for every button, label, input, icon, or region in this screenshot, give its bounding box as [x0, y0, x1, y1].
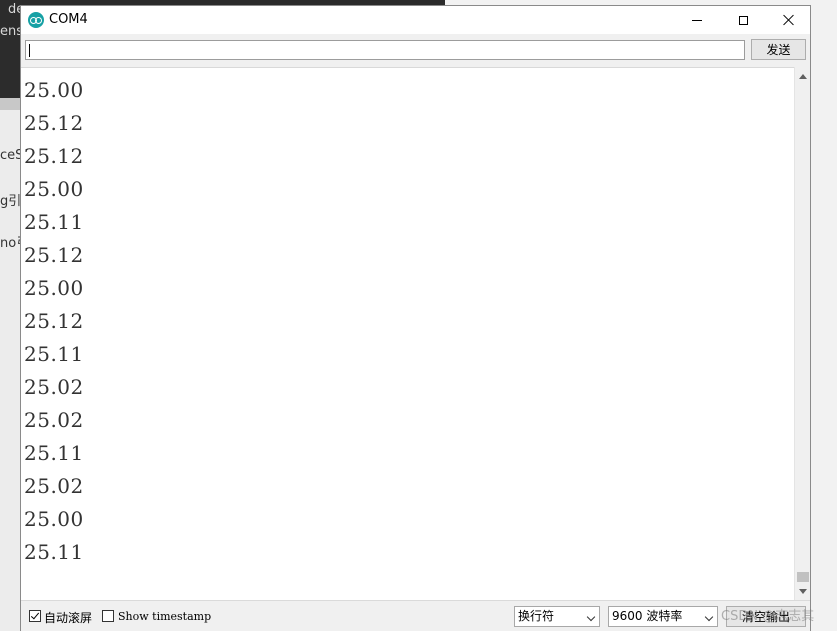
clear-output-button[interactable]: 清空输出 [726, 606, 806, 627]
output-line: 25.12 [24, 243, 84, 267]
line-ending-select[interactable]: 换行符 [514, 606, 600, 627]
maximize-button[interactable] [720, 6, 766, 34]
background-app-dark-panel: de ense [0, 0, 24, 98]
output-line: 25.12 [24, 144, 84, 168]
bottom-bar: 自动滚屏 Show timestamp 换行符 9600 波特率 清空输出 [21, 600, 810, 631]
close-icon [783, 14, 795, 26]
text-caret [29, 44, 30, 57]
send-bar: 发送 [21, 34, 810, 67]
baud-rate-value: 9600 波特率 [612, 609, 683, 623]
serial-send-input[interactable] [25, 40, 745, 60]
output-line: 25.02 [24, 408, 84, 432]
output-line: 25.11 [24, 441, 84, 465]
line-ending-value: 换行符 [518, 609, 555, 623]
baud-rate-select[interactable]: 9600 波特率 [608, 606, 718, 627]
close-button[interactable] [766, 6, 812, 34]
window-title: COM4 [49, 12, 88, 27]
autoscroll-label[interactable]: 自动滚屏 [44, 609, 92, 626]
timestamp-label[interactable]: Show timestamp [118, 610, 211, 623]
output-line: 25.11 [24, 342, 84, 366]
title-bar[interactable]: COM4 [21, 6, 810, 34]
output-line: 25.00 [24, 507, 84, 531]
output-line: 25.12 [24, 309, 84, 333]
arduino-icon [28, 12, 44, 28]
output-line: 25.11 [24, 540, 84, 564]
output-line: 25.00 [24, 78, 84, 102]
maximize-icon [738, 15, 748, 25]
background-text: no弓 [0, 236, 20, 251]
timestamp-checkbox[interactable] [102, 610, 114, 622]
serial-monitor-window: COM4 发送 25.00 25.12 25.12 25.00 25.11 25.12 25… [20, 5, 811, 631]
output-line: 25.11 [24, 210, 84, 234]
scroll-down-button[interactable] [795, 584, 811, 598]
output-line: 25.02 [24, 474, 84, 498]
background-text: ceS [0, 148, 20, 163]
output-line: 25.00 [24, 276, 84, 300]
background-text: g引| [0, 194, 20, 209]
output-line: 25.02 [24, 375, 84, 399]
autoscroll-checkbox[interactable] [29, 610, 41, 622]
minimize-icon [692, 19, 702, 21]
chevron-down-icon [586, 612, 596, 622]
output-line: 25.00 [24, 177, 84, 201]
send-button[interactable]: 发送 [751, 39, 806, 60]
background-text: ense [0, 24, 20, 39]
scroll-up-button[interactable] [795, 69, 811, 83]
arrow-down-icon [799, 588, 807, 594]
background-app-panel: de ense ceS g引| no弓 [0, 0, 24, 631]
scrollbar-thumb[interactable] [797, 572, 809, 582]
output-lines: 25.00 25.12 25.12 25.00 25.11 25.12 25.00 25.12… [21, 68, 794, 569]
arrow-up-icon [799, 73, 807, 79]
chevron-down-icon [704, 612, 714, 622]
output-line: 25.12 [24, 111, 84, 135]
background-divider [0, 98, 22, 110]
serial-output-area[interactable]: 25.00 25.12 25.12 25.00 25.11 25.12 25.00 25.12… [21, 67, 794, 601]
minimize-button[interactable] [674, 6, 720, 34]
vertical-scrollbar[interactable] [794, 67, 810, 600]
